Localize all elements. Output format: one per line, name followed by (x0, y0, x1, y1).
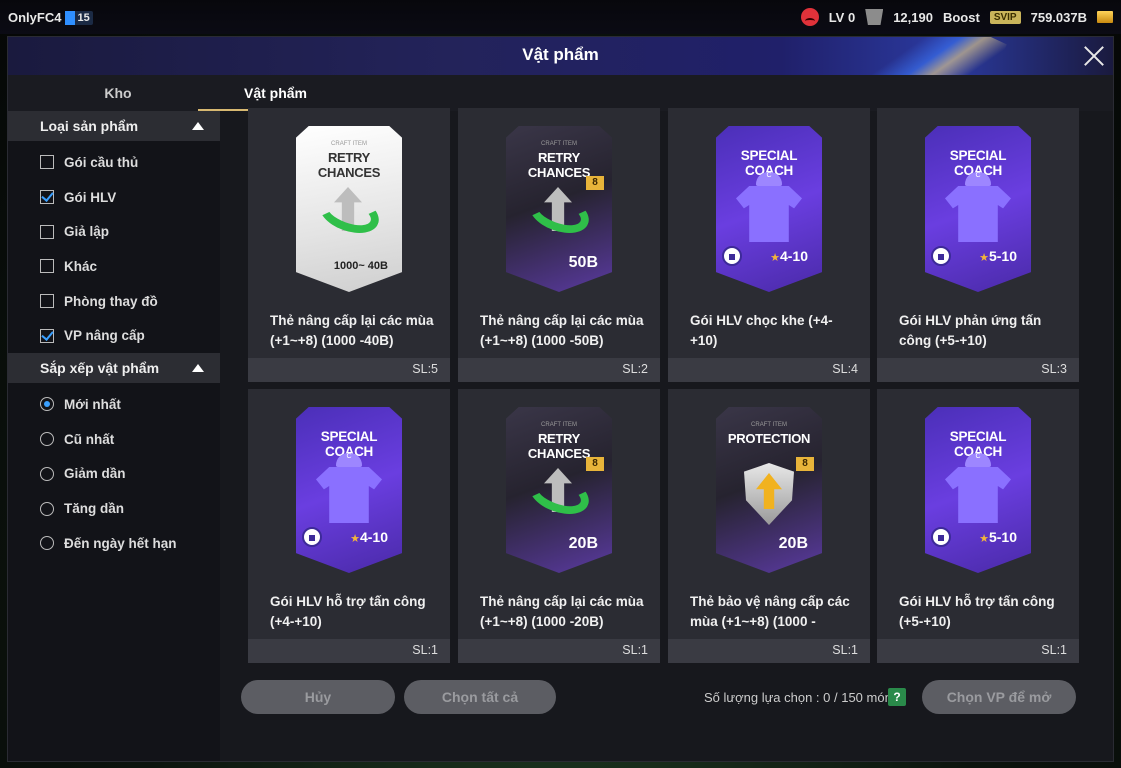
cancel-button[interactable]: Hủy (241, 680, 395, 714)
radio[interactable] (40, 501, 54, 516)
tab-kho[interactable]: Kho (48, 85, 188, 101)
type-filter-header[interactable]: Loại sản phẩm (8, 111, 220, 141)
medal-icon (865, 9, 884, 25)
item-name: Gói HLV hỗ trợ tấn công (+4-+10) (270, 594, 426, 629)
filter-sidebar: Loại sản phẩm Gói cầu thủ Gói HLV Giả lậ… (8, 111, 220, 761)
radio[interactable] (40, 432, 54, 447)
help-icon[interactable]: ? (888, 688, 906, 706)
filter-option[interactable]: Giả lập (8, 214, 220, 249)
item-card[interactable]: CRAFT ITEM RETRY CHANCES 1000~ 40B Thẻ n… (248, 108, 450, 382)
coin-icon[interactable] (1097, 11, 1113, 23)
item-card[interactable]: SPECIAL COACH C ★4-10 Gói HLV chọc khe (… (668, 108, 870, 382)
collapse-icon[interactable] (192, 122, 204, 130)
item-name: Thẻ nâng cấp lại các mùa (+1~+8) (1000 -… (480, 594, 644, 629)
select-all-button[interactable]: Chọn tất cả (404, 680, 556, 714)
filter-option[interactable]: Gói HLV (8, 180, 220, 215)
stats-bar: LV 0 12,190 Boost SVIP 759.037B (800, 8, 1113, 26)
checkbox[interactable] (40, 294, 54, 309)
panel-title: Vật phẩm (522, 45, 599, 64)
item-quantity: SL:1 (1041, 643, 1067, 657)
tab-bar: Kho Vật phẩm (8, 75, 1113, 111)
item-quantity: SL:5 (412, 362, 438, 376)
checkbox[interactable] (40, 155, 54, 170)
item-art: SPECIAL COACH C ★5-10 (925, 407, 1031, 573)
lv-label: LV 0 (828, 9, 856, 25)
sort-option[interactable]: Tăng dần (8, 491, 220, 526)
collapse-icon[interactable] (192, 364, 204, 373)
item-name: Thẻ bảo vệ nâng cấp các mùa (+1~+8) (100… (690, 594, 850, 629)
open-items-button[interactable]: Chọn VP để mở (922, 680, 1076, 714)
item-name: Thẻ nâng cấp lại các mùa (+1~+8) (1000 -… (480, 313, 644, 348)
item-card[interactable]: SPECIAL COACH C ★5-10 Gói HLV phản ứng t… (877, 108, 1079, 382)
points-value: 12,190 (893, 9, 933, 25)
item-art: CRAFT ITEM RETRY CHANCES 8 50B (506, 126, 612, 292)
lock-icon (931, 246, 951, 266)
sort-option[interactable]: Cũ nhất (8, 422, 220, 457)
item-quantity: SL:1 (622, 643, 648, 657)
bottom-action-bar: Hủy Chọn tất cả Số lượng lựa chọn : 0 / … (214, 676, 1104, 722)
item-quantity: SL:3 (1041, 362, 1067, 376)
item-card[interactable]: CRAFT ITEM RETRY CHANCES 8 50B Thẻ nâng … (458, 108, 660, 382)
coins-value: 759.037B (1030, 9, 1087, 25)
filter-option[interactable]: Gói cầu thủ (8, 145, 220, 180)
item-card[interactable]: SPECIAL COACH C ★4-10 Gói HLV hỗ trợ tấn… (248, 389, 450, 663)
item-name: Gói HLV phản ứng tấn công (+5-+10) (899, 313, 1042, 348)
checkbox[interactable] (40, 224, 54, 239)
sort-header[interactable]: Sắp xếp vật phẩm (8, 353, 220, 384)
username: OnlyFC4 (8, 10, 62, 25)
item-quantity: SL:2 (622, 362, 648, 376)
lock-icon (722, 246, 742, 266)
lock-icon (302, 527, 322, 547)
item-art: SPECIAL COACH C ★4-10 (716, 126, 822, 292)
item-grid: CRAFT ITEM RETRY CHANCES 1000~ 40B Thẻ n… (214, 108, 1104, 668)
selection-count: Số lượng lựa chọn : 0 / 150 món (704, 690, 892, 705)
item-art: SPECIAL COACH C ★5-10 (925, 126, 1031, 292)
radio[interactable] (40, 397, 54, 412)
tab-vat-pham[interactable]: Vật phẩm (198, 85, 353, 111)
item-name: Gói HLV chọc khe (+4-+10) (690, 313, 833, 348)
checkbox[interactable] (40, 190, 54, 205)
sort-option[interactable]: Mới nhất (8, 387, 220, 422)
lock-icon (931, 527, 951, 547)
item-card[interactable]: CRAFT ITEM PROTECTION 8 20B Thẻ bảo vệ n… (668, 389, 870, 663)
item-quantity: SL:1 (832, 643, 858, 657)
item-quantity: SL:1 (412, 643, 438, 657)
sort-option[interactable]: Giảm dần (8, 457, 220, 492)
radio[interactable] (40, 536, 54, 551)
radio[interactable] (40, 466, 54, 481)
item-art: SPECIAL COACH C ★4-10 (296, 407, 402, 573)
item-name: Thẻ nâng cấp lại các mùa (+1~+8) (1000 -… (270, 313, 434, 348)
checkbox[interactable] (40, 259, 54, 274)
mood-icon (800, 8, 819, 26)
sort-option[interactable]: Đến ngày hết hạn (8, 526, 220, 561)
item-art: CRAFT ITEM RETRY CHANCES 8 20B (506, 407, 612, 573)
item-card[interactable]: CRAFT ITEM RETRY CHANCES 8 20B Thẻ nâng … (458, 389, 660, 663)
close-icon[interactable] (1081, 43, 1107, 69)
level-badge: 15 (65, 10, 93, 25)
item-quantity: SL:4 (832, 362, 858, 376)
svip-badge: SVIP (989, 10, 1021, 24)
item-name: Gói HLV hỗ trợ tấn công (+5-+10) (899, 594, 1055, 629)
item-card[interactable]: SPECIAL COACH C ★5-10 Gói HLV hỗ trợ tấn… (877, 389, 1079, 663)
checkbox[interactable] (40, 328, 54, 343)
panel-header: Vật phẩm (8, 37, 1113, 75)
filter-option[interactable]: Phòng thay đồ (8, 284, 220, 319)
filter-option[interactable]: Khác (8, 249, 220, 284)
user-info: OnlyFC4 15 (8, 10, 93, 25)
item-art: CRAFT ITEM RETRY CHANCES 1000~ 40B (296, 126, 402, 292)
top-status-bar: OnlyFC4 15 LV 0 12,190 Boost SVIP 759.03… (0, 0, 1121, 34)
item-art: CRAFT ITEM PROTECTION 8 20B (716, 407, 822, 573)
boost-label: Boost (942, 9, 980, 25)
filter-option[interactable]: VP nâng cấp (8, 318, 220, 353)
